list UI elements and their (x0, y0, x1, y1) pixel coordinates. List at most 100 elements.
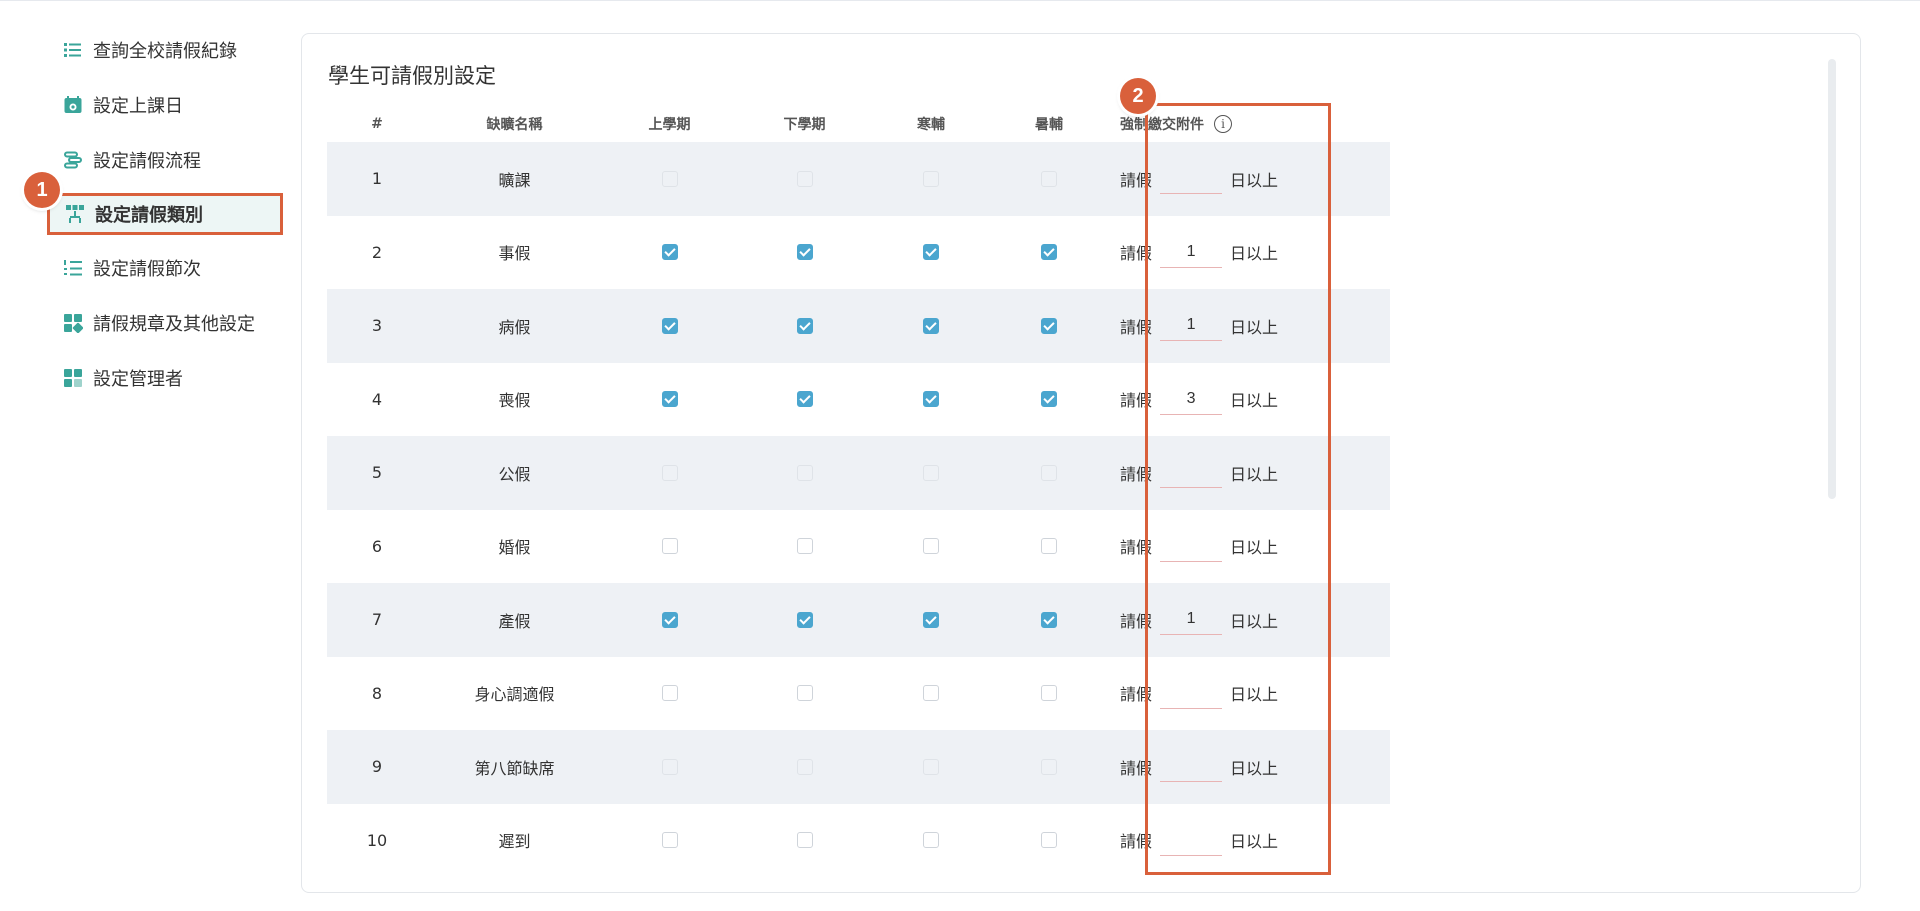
summer-checkbox[interactable] (1041, 244, 1057, 261)
header-summer: 暑輔 (1035, 117, 1063, 133)
sem2-checkbox (796, 170, 813, 187)
winter-cell (872, 685, 990, 702)
summer-checkbox[interactable] (1041, 832, 1057, 849)
calendar-icon (63, 95, 83, 115)
sidebar-item-leave-periods[interactable]: 設定請假節次 (45, 246, 285, 290)
sem2-cell (737, 611, 872, 628)
sem2-checkbox[interactable] (796, 538, 813, 555)
sem2-cell (737, 317, 872, 334)
summer-checkbox[interactable] (1041, 611, 1057, 628)
sem1-checkbox[interactable] (661, 391, 678, 408)
row-number: 5 (371, 463, 383, 483)
sem2-checkbox[interactable] (796, 685, 813, 702)
winter-checkbox[interactable] (923, 832, 939, 849)
table-header: # 缺曠名稱 上學期 下學期 寒輔 暑輔 強制繳交附件 i (327, 106, 1390, 142)
sidebar-item-query-records[interactable]: 查詢全校請假紀錄 (45, 28, 285, 72)
attachment-cell: 請假 日以上 (1108, 604, 1390, 636)
sidebar-item-admins[interactable]: 設定管理者 (45, 356, 285, 400)
attachment-prefix: 請假 (1120, 391, 1153, 411)
table-row: 9 第八節缺席 請假 日以上 (327, 730, 1390, 804)
sem1-cell (602, 611, 737, 628)
winter-checkbox[interactable] (923, 391, 939, 408)
header-sem1: 上學期 (648, 117, 691, 133)
sem1-checkbox[interactable] (661, 685, 678, 702)
attachment-suffix: 日以上 (1230, 685, 1279, 705)
winter-cell (872, 170, 990, 187)
summer-checkbox[interactable] (1041, 685, 1057, 702)
sem1-cell (602, 832, 737, 849)
sidebar-item-label: 設定上課日 (93, 96, 183, 117)
winter-checkbox[interactable] (923, 611, 939, 628)
attachment-days-input[interactable] (1160, 163, 1223, 195)
attachment-days-input[interactable] (1160, 824, 1223, 856)
summer-checkbox (1041, 758, 1057, 775)
leave-type-name: 公假 (498, 464, 531, 484)
attachment-days-input[interactable] (1160, 457, 1223, 489)
attachment-prefix: 請假 (1120, 758, 1153, 778)
summer-checkbox[interactable] (1041, 391, 1057, 408)
attachment-days-input[interactable] (1160, 604, 1223, 636)
leave-type-name: 身心調適假 (474, 685, 555, 705)
sem2-checkbox[interactable] (796, 611, 813, 628)
sem1-checkbox[interactable] (661, 611, 678, 628)
attachment-suffix: 日以上 (1230, 758, 1279, 778)
scrollbar[interactable] (1828, 59, 1836, 499)
winter-checkbox (923, 464, 939, 481)
sem2-cell (737, 464, 872, 481)
attachment-days-input[interactable] (1160, 310, 1223, 342)
numbered-list-icon (63, 258, 83, 278)
sem1-checkbox (661, 758, 678, 775)
attachment-prefix: 請假 (1120, 611, 1153, 631)
attachment-prefix: 請假 (1120, 170, 1153, 190)
annotation-badge-1: 1 (24, 172, 60, 208)
sem2-checkbox[interactable] (796, 832, 813, 849)
row-number: 3 (371, 316, 383, 336)
summer-cell (990, 685, 1108, 702)
winter-checkbox[interactable] (923, 317, 939, 334)
attachment-days-input[interactable] (1160, 236, 1223, 268)
winter-checkbox[interactable] (923, 538, 939, 555)
sem2-cell (737, 244, 872, 261)
grid-icon (63, 313, 83, 333)
attachment-cell: 請假 日以上 (1108, 163, 1390, 195)
attachment-days-input[interactable] (1160, 677, 1223, 709)
sidebar-item-label: 設定請假類別 (95, 205, 203, 226)
row-number: 1 (371, 169, 383, 189)
header-attachment: 強制繳交附件 i (1108, 114, 1390, 134)
sem1-cell (602, 538, 737, 555)
sidebar-item-class-days[interactable]: 設定上課日 (45, 83, 285, 127)
sidebar-item-leave-flow[interactable]: 設定請假流程 (45, 138, 285, 182)
summer-checkbox[interactable] (1041, 317, 1057, 334)
winter-checkbox (923, 170, 939, 187)
list-icon (63, 40, 83, 60)
sidebar-item-label: 設定請假流程 (93, 151, 201, 172)
attachment-cell: 請假 日以上 (1108, 824, 1390, 856)
sem1-checkbox[interactable] (661, 244, 678, 261)
sem2-checkbox[interactable] (796, 244, 813, 261)
attachment-cell: 請假 日以上 (1108, 310, 1390, 342)
sem1-checkbox[interactable] (661, 538, 678, 555)
header-num: # (371, 116, 383, 132)
attachment-cell: 請假 日以上 (1108, 530, 1390, 562)
attachment-days-input[interactable] (1160, 383, 1223, 415)
row-number: 9 (371, 757, 383, 777)
sidebar-item-leave-categories[interactable]: 設定請假類別 (47, 193, 283, 235)
sem2-checkbox[interactable] (796, 391, 813, 408)
sem1-checkbox[interactable] (661, 832, 678, 849)
sem2-checkbox[interactable] (796, 317, 813, 334)
attachment-days-input[interactable] (1160, 530, 1223, 562)
sem2-cell (737, 391, 872, 408)
attachment-days-input[interactable] (1160, 751, 1223, 783)
sidebar-item-rules-settings[interactable]: 請假規章及其他設定 (45, 301, 285, 345)
attachment-suffix: 日以上 (1230, 538, 1279, 558)
sem1-cell (602, 170, 737, 187)
winter-cell (872, 464, 990, 481)
sem1-checkbox[interactable] (661, 317, 678, 334)
winter-checkbox[interactable] (923, 244, 939, 261)
sidebar-item-label: 請假規章及其他設定 (93, 314, 255, 335)
summer-checkbox[interactable] (1041, 538, 1057, 555)
info-icon[interactable]: i (1214, 115, 1232, 133)
winter-checkbox[interactable] (923, 685, 939, 702)
leave-type-name: 事假 (498, 244, 531, 264)
summer-cell (990, 391, 1108, 408)
